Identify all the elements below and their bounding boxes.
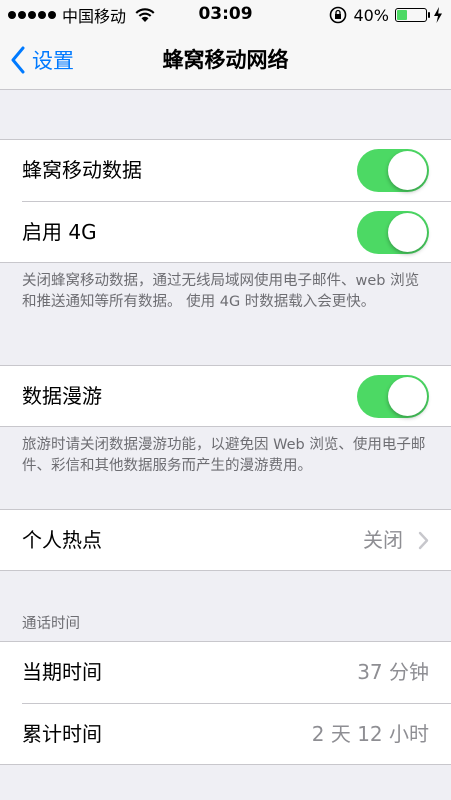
toggle-knob bbox=[388, 377, 427, 416]
personal-hotspot-row[interactable]: 个人热点 关闭 bbox=[0, 510, 451, 571]
navigation-bar: 设置 蜂窝移动网络 bbox=[0, 30, 451, 90]
personal-hotspot-value: 关闭 bbox=[363, 528, 403, 552]
cellular-data-toggle[interactable] bbox=[357, 149, 429, 192]
chevron-right-icon bbox=[418, 531, 429, 550]
battery-icon bbox=[395, 8, 430, 22]
cellular-footer-text: 关闭蜂窝移动数据，通过无线局域网使用电子邮件、web 浏览和推送通知等所有数据。… bbox=[22, 273, 420, 310]
roaming-footer-text: 旅游时请关闭数据漫游功能，以避免因 Web 浏览、使用电子邮件、彩信和其他数据服… bbox=[22, 437, 426, 474]
toggle-knob bbox=[388, 151, 427, 190]
page-title: 蜂窝移动网络 bbox=[162, 48, 289, 72]
cellular-settings-group: 蜂窝移动数据 启用 4G bbox=[0, 139, 451, 263]
personal-hotspot-label: 个人热点 bbox=[22, 528, 102, 552]
data-roaming-toggle[interactable] bbox=[357, 375, 429, 418]
charging-bolt-icon bbox=[434, 7, 442, 23]
battery-level bbox=[397, 10, 407, 20]
enable-4g-row: 启用 4G bbox=[0, 202, 451, 263]
battery-percentage: 40% bbox=[353, 5, 389, 25]
data-roaming-row: 数据漫游 bbox=[0, 366, 451, 427]
status-bar: 中国移动 03:09 40% bbox=[0, 0, 451, 30]
current-period-label: 当期时间 bbox=[22, 660, 102, 684]
current-period-row: 当期时间 37 分钟 bbox=[0, 642, 451, 703]
toggle-knob bbox=[388, 213, 427, 252]
hotspot-group: 个人热点 关闭 bbox=[0, 509, 451, 571]
current-period-value: 37 分钟 bbox=[357, 660, 429, 684]
enable-4g-toggle[interactable] bbox=[357, 211, 429, 254]
call-time-header: 通话时间 bbox=[22, 616, 80, 632]
lifetime-value: 2 天 12 小时 bbox=[311, 722, 429, 746]
cellular-data-label: 蜂窝移动数据 bbox=[22, 158, 142, 182]
lifetime-row: 累计时间 2 天 12 小时 bbox=[0, 704, 451, 765]
data-roaming-label: 数据漫游 bbox=[22, 384, 102, 408]
lifetime-label: 累计时间 bbox=[22, 722, 102, 746]
roaming-settings-group: 数据漫游 bbox=[0, 365, 451, 427]
status-right: 40% bbox=[329, 4, 443, 26]
cellular-data-row: 蜂窝移动数据 bbox=[0, 140, 451, 201]
call-time-group: 当期时间 37 分钟 累计时间 2 天 12 小时 bbox=[0, 641, 451, 765]
orientation-lock-icon bbox=[330, 6, 347, 24]
enable-4g-label: 启用 4G bbox=[22, 220, 97, 244]
